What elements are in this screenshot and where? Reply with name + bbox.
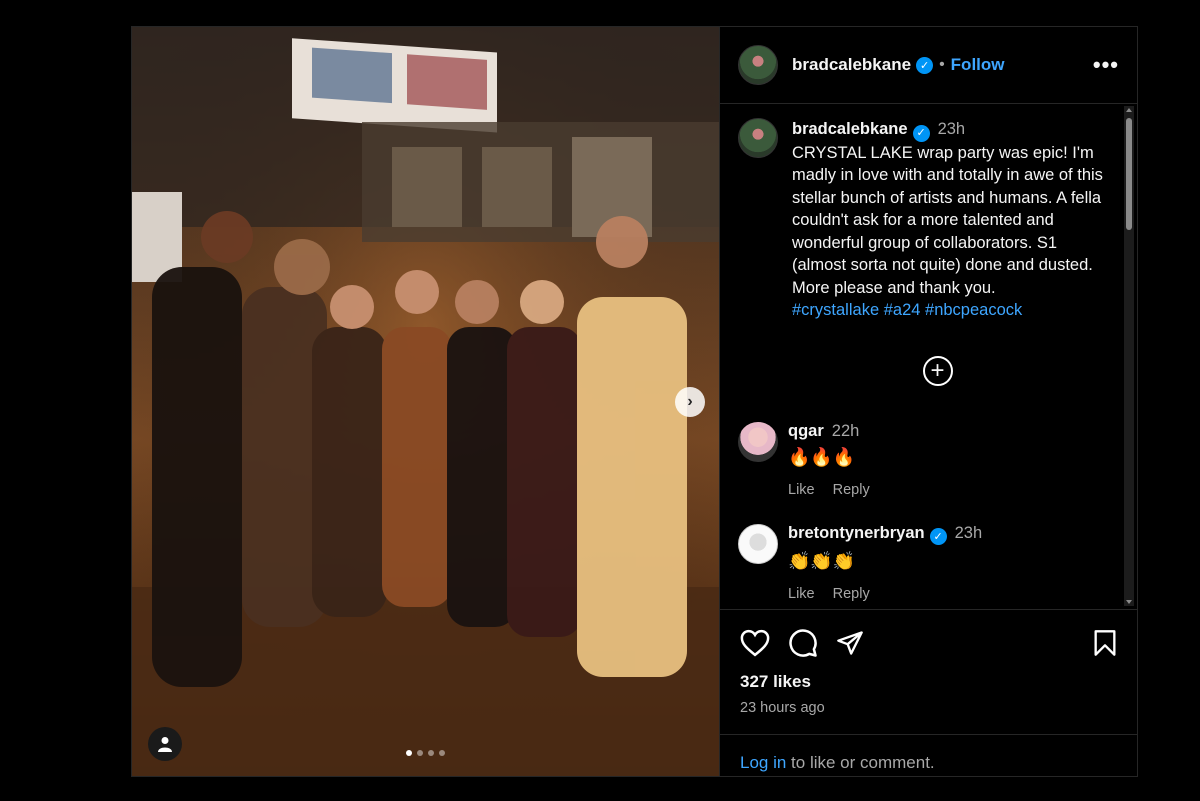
more-options-icon[interactable]: ••• — [1093, 52, 1119, 78]
scroll-down-icon[interactable] — [1126, 600, 1132, 604]
post-photo[interactable]: › — [132, 27, 719, 776]
share-icon[interactable] — [836, 630, 864, 656]
post-sidebar: bradcalebkane ✓ • Follow ••• bradcalebka… — [719, 27, 1137, 776]
caption-avatar[interactable] — [738, 118, 778, 158]
carousel-dot — [439, 750, 445, 756]
comment-time: 22h — [831, 421, 860, 440]
login-link[interactable]: Log in — [740, 753, 786, 772]
commenter-avatar[interactable] — [738, 421, 778, 462]
login-prompt-text: to like or comment. — [786, 753, 935, 772]
comment-item: bretontynerbryan ✓ 23h 👏👏👏 Like Reply — [738, 523, 1119, 602]
reply-comment-button[interactable]: Reply — [833, 586, 870, 602]
comment-item: qgar 22h 🔥🔥🔥 Like Reply — [738, 421, 1119, 498]
reply-comment-button[interactable]: Reply — [833, 482, 870, 498]
login-prompt: Log in to like or comment. — [720, 734, 1137, 773]
comments-section[interactable]: bradcalebkane ✓ 23h CRYSTAL LAKE wrap part… — [720, 104, 1137, 609]
like-comment-button[interactable]: Like — [788, 482, 815, 498]
commenter-avatar[interactable] — [738, 523, 778, 564]
comment-username[interactable]: qgar — [788, 422, 824, 440]
bookmark-icon[interactable] — [1093, 629, 1117, 657]
post-caption: bradcalebkane ✓ 23h CRYSTAL LAKE wrap part… — [738, 118, 1119, 322]
like-comment-button[interactable]: Like — [788, 586, 815, 602]
plus-circle-icon[interactable]: + — [922, 355, 953, 386]
chevron-right-icon: › — [687, 393, 693, 410]
post-header: bradcalebkane ✓ • Follow ••• — [720, 27, 1137, 104]
caption-username[interactable]: bradcalebkane — [792, 120, 908, 138]
follow-button[interactable]: Follow — [951, 55, 1005, 75]
carousel-dot — [417, 750, 423, 756]
hashtag-link[interactable]: #crystallake — [792, 301, 879, 319]
comment-text: 🔥🔥🔥 — [788, 446, 856, 467]
author-username[interactable]: bradcalebkane — [792, 55, 911, 75]
post-timestamp: 23 hours ago — [740, 700, 825, 716]
comment-text: 👏👏👏 — [788, 550, 856, 571]
heart-icon[interactable] — [740, 629, 770, 657]
comments-scrollbar[interactable] — [1124, 106, 1134, 606]
next-photo-button[interactable]: › — [675, 387, 705, 417]
caption-text: CRYSTAL LAKE wrap party was epic! I'm ma… — [792, 143, 1103, 297]
scrollbar-thumb[interactable] — [1126, 118, 1132, 230]
hashtag-link[interactable]: #nbcpeacock — [925, 301, 1022, 319]
caption-time: 23h — [937, 120, 966, 138]
author-avatar[interactable] — [738, 45, 778, 85]
post-modal: › bradcalebkane ✓ • Follow ••• bradcaleb… — [131, 26, 1138, 777]
carousel-dot — [406, 750, 412, 756]
separator: • — [939, 56, 945, 73]
comment-icon[interactable] — [788, 628, 818, 658]
party-photo-image — [132, 27, 719, 776]
carousel-indicator — [132, 750, 719, 756]
carousel-dot — [428, 750, 434, 756]
actions-bar: 327 likes 23 hours ago — [720, 609, 1137, 716]
verified-badge-icon: ✓ — [916, 56, 934, 74]
like-count[interactable]: 327 likes — [740, 672, 1117, 692]
comment-username[interactable]: bretontynerbryan — [788, 524, 925, 542]
scroll-up-icon[interactable] — [1126, 108, 1132, 112]
verified-badge-icon: ✓ — [912, 124, 930, 142]
comment-time: 23h — [954, 523, 983, 542]
hashtag-link[interactable]: #a24 — [884, 301, 921, 319]
verified-badge-icon: ✓ — [929, 527, 947, 545]
